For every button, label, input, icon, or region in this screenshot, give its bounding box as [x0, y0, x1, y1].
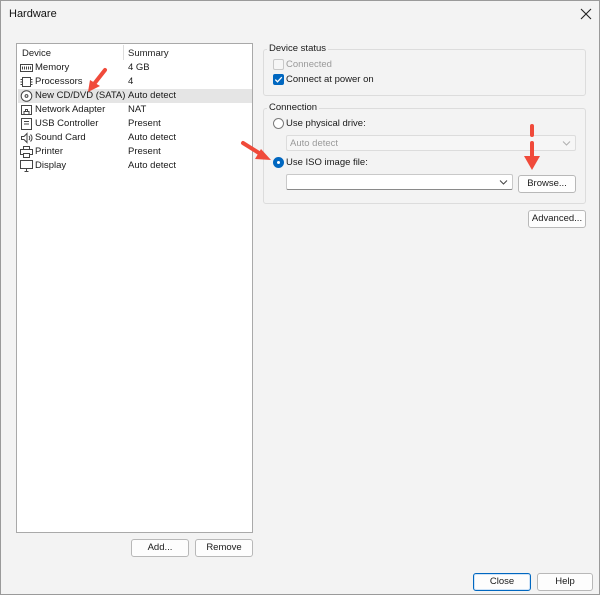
advanced-button[interactable]: Advanced...	[528, 210, 586, 228]
remove-button[interactable]: Remove	[195, 539, 253, 557]
device-name: Memory	[35, 62, 70, 73]
device-summary: Auto detect	[128, 132, 177, 143]
device-summary: NAT	[128, 104, 147, 115]
chevron-down-icon	[562, 141, 571, 146]
device-list: Device Summary Memory 4 GB Processors 4	[16, 43, 253, 533]
use-physical-drive-radio[interactable]	[273, 118, 284, 129]
help-button[interactable]: Help	[537, 573, 593, 591]
memory-icon	[20, 64, 33, 72]
annotation-arrow-icon	[524, 124, 540, 170]
device-name: Printer	[35, 146, 63, 157]
close-button[interactable]: Close	[473, 573, 531, 591]
device-row-sound-card[interactable]: Sound Card Auto detect	[18, 131, 252, 145]
device-name: Processors	[35, 76, 83, 87]
device-summary: Auto detect	[128, 90, 177, 101]
use-iso-image-radio[interactable]	[273, 157, 284, 168]
device-name: Network Adapter	[35, 104, 106, 115]
browse-button[interactable]: Browse...	[518, 175, 576, 193]
device-name: Display	[35, 160, 67, 171]
device-row-cd-dvd[interactable]: New CD/DVD (SATA) Auto detect	[18, 89, 252, 103]
device-summary: Present	[128, 118, 161, 129]
use-iso-image-label: Use ISO image file:	[286, 157, 368, 168]
connected-checkbox[interactable]	[273, 59, 284, 70]
processor-icon	[20, 77, 33, 87]
column-header-summary[interactable]: Summary	[128, 48, 169, 59]
use-physical-drive-label: Use physical drive:	[286, 118, 366, 129]
physical-drive-value: Auto detect	[290, 138, 339, 149]
device-status-group	[263, 49, 586, 96]
column-header-device[interactable]: Device	[22, 48, 51, 59]
display-icon	[20, 160, 33, 172]
device-row-usb-controller[interactable]: USB Controller Present	[18, 117, 252, 131]
add-button[interactable]: Add...	[131, 539, 189, 557]
device-name: USB Controller	[35, 118, 99, 129]
column-divider[interactable]	[123, 45, 124, 60]
printer-icon	[20, 146, 33, 158]
close-icon[interactable]	[575, 4, 597, 24]
device-summary: 4 GB	[128, 62, 150, 73]
connect-at-power-on-checkbox[interactable]	[273, 74, 284, 85]
device-summary: 4	[128, 76, 134, 87]
device-row-processors[interactable]: Processors 4	[18, 75, 252, 89]
device-name: Sound Card	[35, 132, 86, 143]
annotation-arrow-icon	[88, 68, 107, 92]
chevron-down-icon[interactable]	[499, 178, 508, 186]
device-summary: Present	[128, 146, 161, 157]
device-summary: Auto detect	[128, 160, 177, 171]
device-row-network-adapter[interactable]: Network Adapter NAT	[18, 103, 252, 117]
connected-label: Connected	[286, 59, 332, 70]
device-row-printer[interactable]: Printer Present	[18, 145, 252, 159]
device-status-label: Device status	[267, 43, 329, 54]
checkmark-icon	[274, 76, 283, 83]
usb-icon	[21, 118, 32, 130]
connection-label: Connection	[267, 102, 320, 113]
title-bar: Hardware	[1, 1, 599, 29]
hardware-dialog: Hardware Device Summary Memory 4 GB Proc…	[0, 0, 600, 595]
network-adapter-icon	[21, 105, 32, 115]
device-row-display[interactable]: Display Auto detect	[18, 159, 252, 173]
annotation-arrow-icon	[241, 141, 271, 160]
device-row-memory[interactable]: Memory 4 GB	[18, 61, 252, 75]
cd-dvd-icon	[20, 90, 33, 102]
window-title: Hardware	[9, 8, 57, 20]
device-name: New CD/DVD (SATA)	[35, 90, 126, 101]
connect-at-power-on-label: Connect at power on	[286, 74, 374, 85]
iso-image-path-combo[interactable]	[286, 174, 513, 190]
sound-card-icon	[21, 132, 33, 144]
